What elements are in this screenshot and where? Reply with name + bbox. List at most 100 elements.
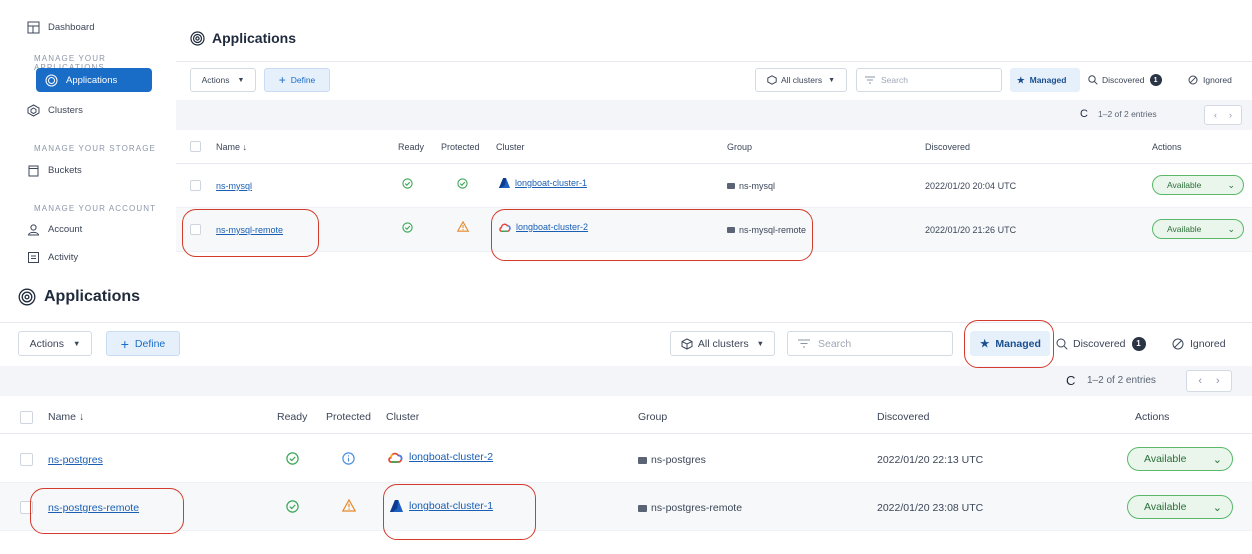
search-icon (1056, 338, 1068, 350)
filter-discovered[interactable]: Discovered 1 (1056, 331, 1162, 356)
bottom-screenshot: Applications Actions ▼ + Define All clus… (0, 270, 1252, 554)
table-row[interactable]: ns-postgres-remote longboat-cluster-1 ns… (0, 483, 1252, 531)
applications-icon (44, 73, 58, 87)
filter-icon (865, 76, 875, 84)
sort-down-icon: ↓ (78, 411, 85, 423)
column-group: Group (727, 142, 753, 152)
top-screenshot: Dashboard MANAGE YOUR APPLICATIONS Appli… (0, 0, 1252, 270)
cube-icon (681, 337, 693, 350)
gcp-icon (388, 451, 403, 463)
chevron-down-icon: ⌄ (1212, 453, 1222, 466)
applications-icon (190, 30, 205, 46)
warning-icon (342, 499, 356, 512)
actions-dropdown[interactable]: Actions ▼ (18, 331, 92, 356)
column-cluster: Cluster (386, 411, 420, 423)
row-checkbox[interactable] (190, 180, 201, 191)
column-name[interactable]: Name ↓ (48, 411, 84, 423)
app-name-link[interactable]: ns-postgres (48, 454, 103, 466)
actions-dropdown[interactable]: Actions ▼ (190, 68, 256, 92)
column-actions: Actions (1135, 411, 1170, 423)
select-all-checkbox[interactable] (190, 141, 201, 152)
sidebar-item-account[interactable]: Account (0, 217, 152, 241)
plus-icon: + (120, 335, 129, 352)
chevron-down-icon: ⌄ (1227, 223, 1235, 234)
check-circle-icon (286, 452, 299, 465)
group-cell: ns-postgres-remote (638, 502, 742, 514)
refresh-icon[interactable]: C (1080, 108, 1088, 120)
define-button[interactable]: + Define (106, 331, 180, 356)
status-dropdown[interactable]: Available ⌄ (1152, 175, 1244, 195)
activity-icon (26, 250, 40, 264)
sidebar-item-applications[interactable]: Applications (36, 68, 152, 92)
folder-icon (727, 183, 735, 189)
filter-discovered[interactable]: Discovered 1 (1088, 68, 1178, 92)
top-toolbar: Actions ▼ + Define All clusters ▼ Search (176, 62, 1252, 100)
sidebar-item-buckets[interactable]: Buckets (0, 158, 152, 182)
clusters-filter-dropdown[interactable]: All clusters ▼ (670, 331, 775, 356)
table-row[interactable]: ns-mysql longboat-cluster-1 ns-mysql 202… (176, 164, 1252, 208)
discovered-time: 2022/01/20 23:08 UTC (877, 502, 984, 514)
folder-icon (638, 456, 647, 464)
sidebar-item-label: Buckets (48, 164, 82, 176)
chevron-down-icon: ⌄ (1227, 179, 1235, 190)
define-button[interactable]: + Define (264, 68, 330, 92)
entries-count: 1–2 of 2 entries (1087, 375, 1156, 386)
discovered-time: 2022/01/20 20:04 UTC (925, 181, 1017, 191)
bottom-table-header: Name ↓ Ready Protected Cluster Group Dis… (0, 400, 1252, 434)
clusters-icon (26, 103, 40, 117)
entries-count: 1–2 of 2 entries (1098, 109, 1157, 119)
filter-ignored[interactable]: Ignored (1182, 68, 1248, 92)
warning-icon (457, 221, 469, 232)
column-cluster: Cluster (496, 142, 525, 152)
top-page-header: Applications (176, 12, 1252, 62)
chevron-right-icon[interactable]: › (1216, 375, 1220, 387)
table-row[interactable]: ns-postgres longboat-cluster-2 ns-postgr… (0, 435, 1252, 483)
column-protected: Protected (326, 411, 371, 423)
app-name-link[interactable]: ns-mysql (216, 181, 252, 191)
filter-icon (798, 339, 810, 348)
filter-ignored[interactable]: Ignored (1166, 331, 1240, 356)
filter-managed[interactable]: ★ Managed (1010, 68, 1080, 92)
pagination[interactable]: ‹ › (1204, 105, 1242, 125)
chevron-left-icon[interactable]: ‹ (1214, 110, 1217, 120)
page-title: Applications (18, 288, 140, 306)
column-ready: Ready (398, 142, 425, 152)
sidebar-item-activity[interactable]: Activity (0, 245, 152, 269)
annotation-highlight (491, 209, 813, 261)
user-icon (26, 222, 40, 236)
sidebar-item-clusters[interactable]: Clusters (0, 98, 152, 122)
select-all-checkbox[interactable] (20, 411, 33, 424)
cluster-cell[interactable]: longboat-cluster-1 (499, 178, 587, 188)
applications-icon (18, 288, 36, 306)
plus-icon: + (278, 73, 286, 87)
check-circle-icon (457, 178, 468, 189)
column-group: Group (638, 411, 668, 423)
discovered-time: 2022/01/20 21:26 UTC (925, 225, 1017, 235)
search-input[interactable]: Search (787, 331, 953, 356)
sidebar-item-dashboard[interactable]: Dashboard (0, 15, 152, 39)
bucket-icon (26, 163, 40, 177)
sidebar: Dashboard MANAGE YOUR APPLICATIONS Appli… (0, 0, 170, 270)
cluster-cell[interactable]: longboat-cluster-2 (388, 451, 493, 463)
column-discovered: Discovered (925, 142, 971, 152)
check-circle-icon (286, 500, 299, 513)
sidebar-item-label: Applications (66, 74, 118, 86)
refresh-icon[interactable]: C (1066, 373, 1075, 388)
search-input[interactable]: Search (856, 68, 1002, 92)
divider (0, 322, 1252, 323)
annotation-highlight (383, 484, 536, 540)
status-dropdown[interactable]: Available ⌄ (1127, 447, 1233, 471)
status-dropdown[interactable]: Available ⌄ (1127, 495, 1233, 519)
chevron-left-icon[interactable]: ‹ (1198, 375, 1202, 387)
discovered-count-badge: 1 (1149, 74, 1162, 86)
pagination[interactable]: ‹ › (1186, 370, 1232, 392)
column-actions: Actions (1152, 142, 1182, 152)
column-name[interactable]: Name ↓ (216, 142, 247, 152)
clusters-filter-dropdown[interactable]: All clusters ▼ (755, 68, 847, 92)
caret-down-icon: ▼ (756, 339, 765, 348)
chevron-right-icon[interactable]: › (1229, 110, 1232, 120)
group-cell: ns-postgres (638, 454, 706, 466)
ban-icon (1172, 338, 1184, 350)
status-dropdown[interactable]: Available ⌄ (1152, 219, 1244, 239)
row-checkbox[interactable] (20, 453, 33, 466)
